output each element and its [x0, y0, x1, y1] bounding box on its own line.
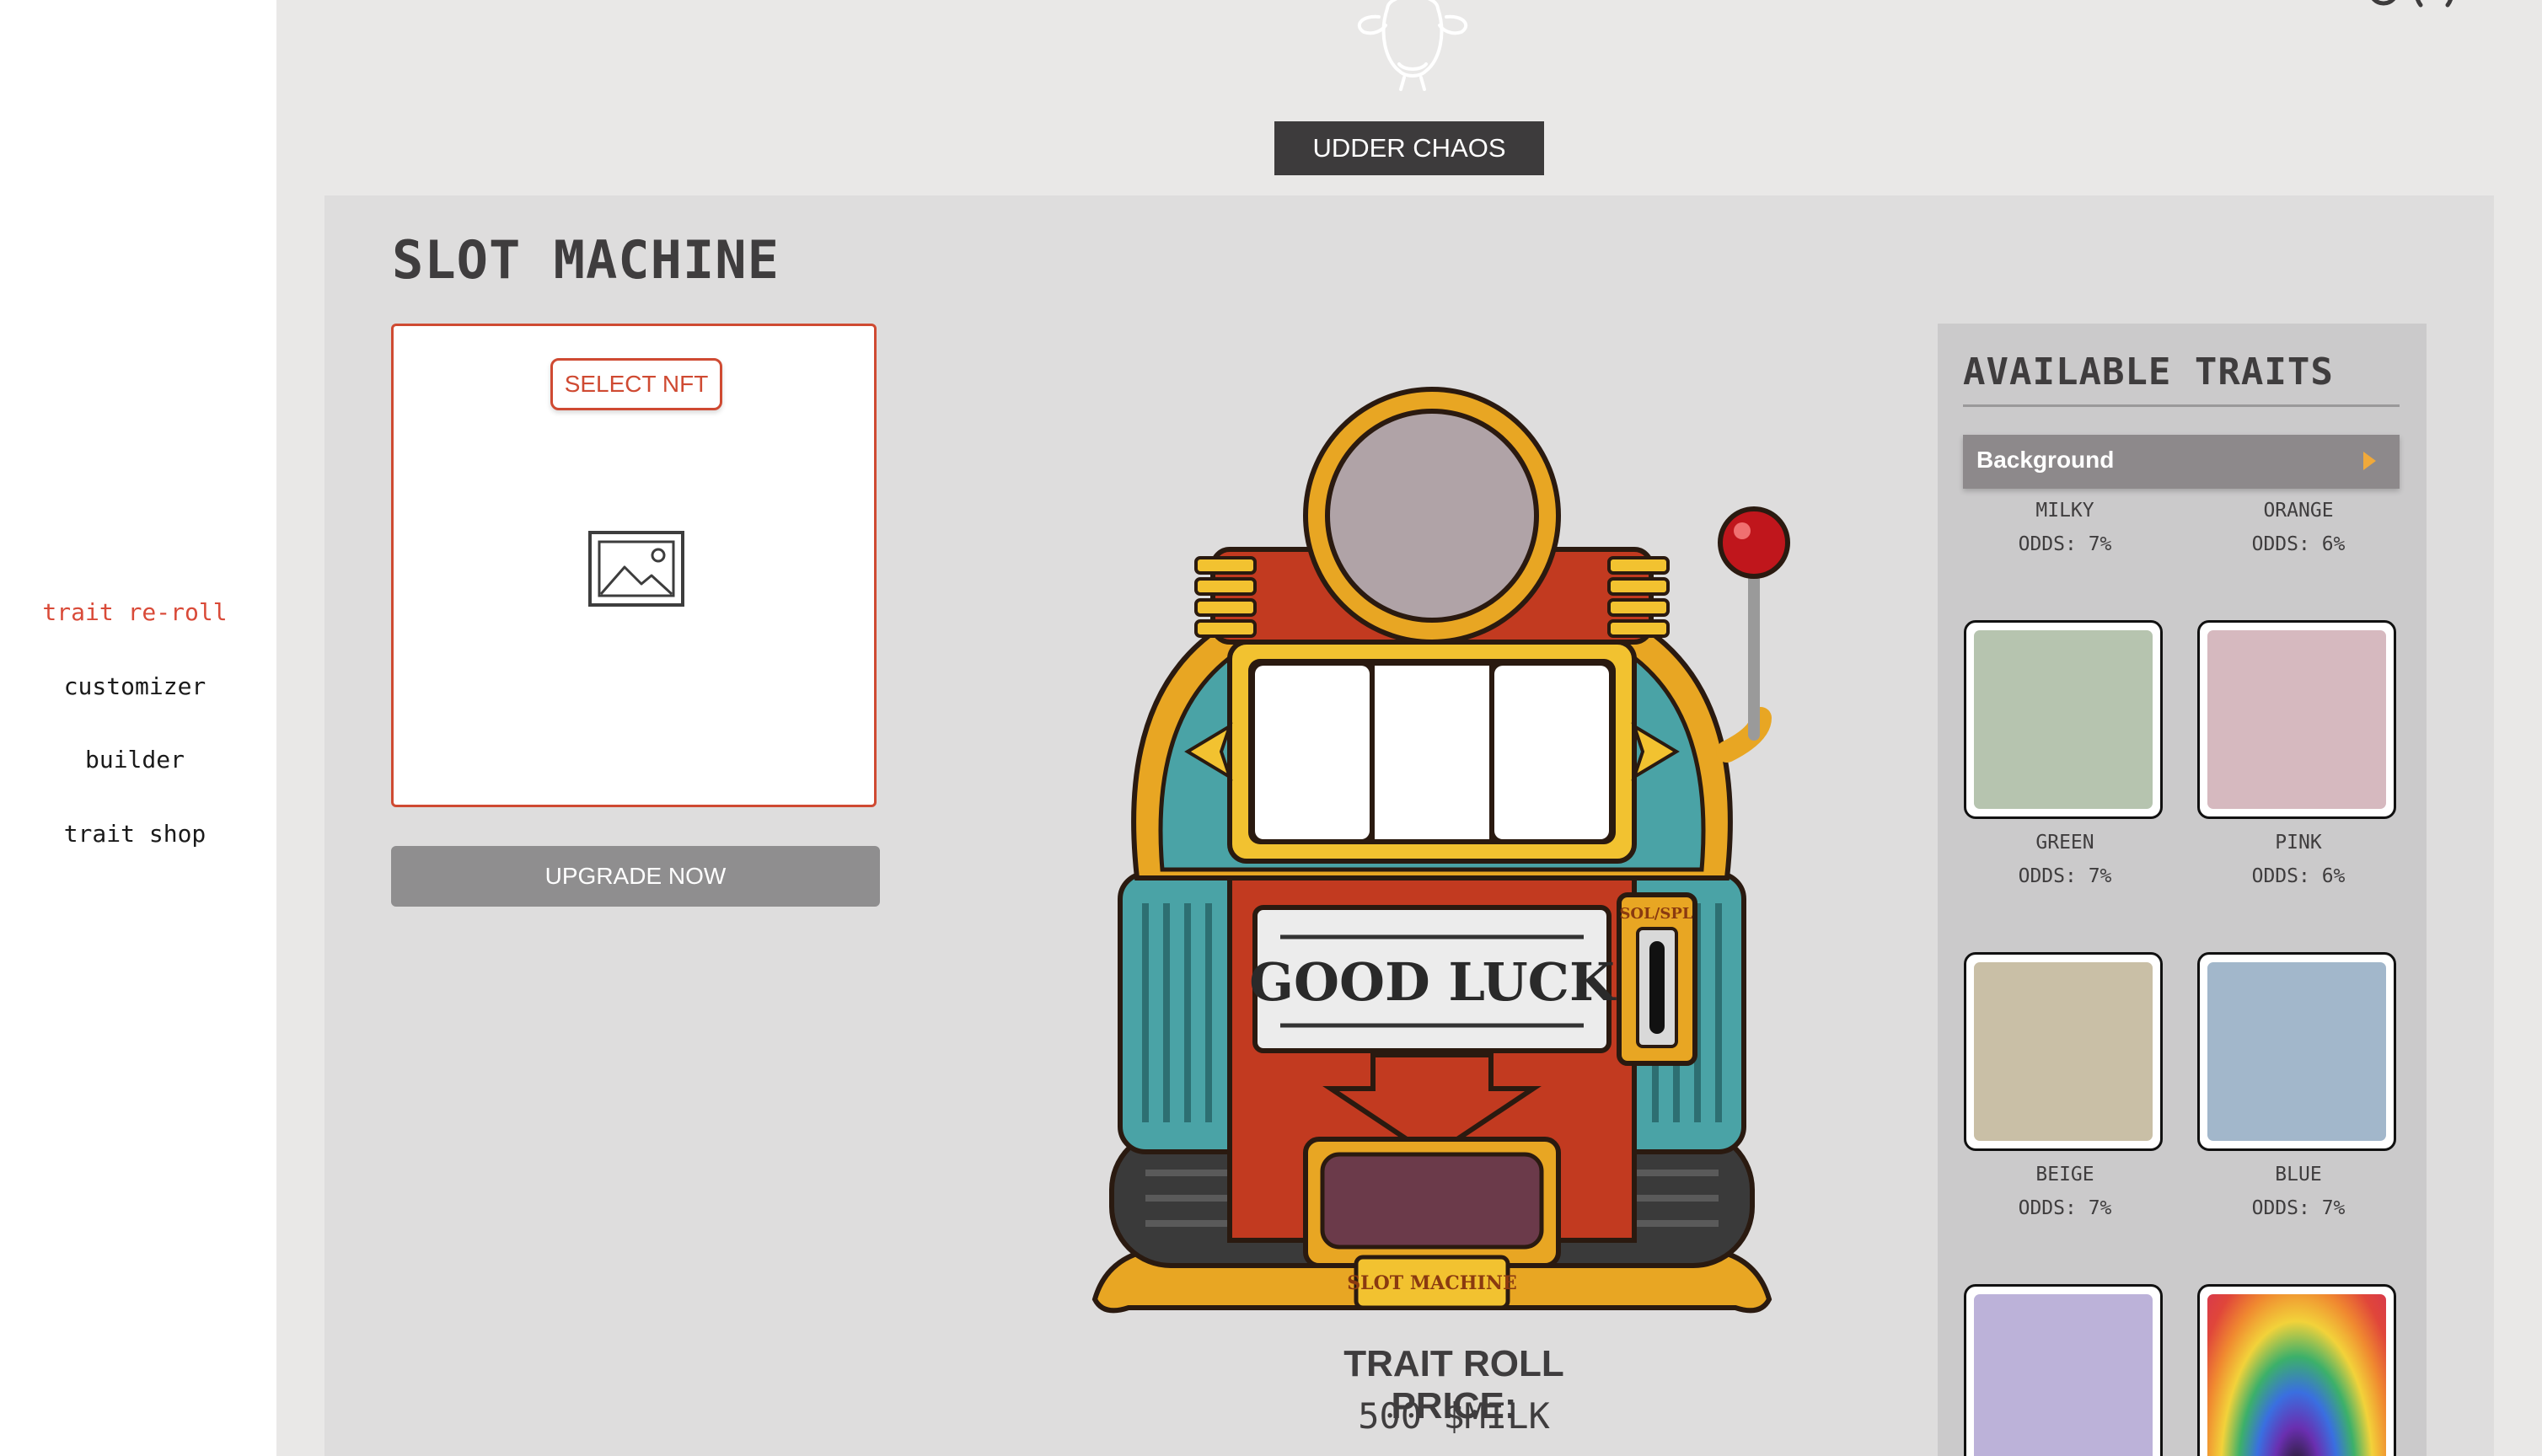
- trait-swatch-beige[interactable]: [1964, 952, 2163, 1151]
- sidebar-item-trait-reroll[interactable]: trait re-roll: [0, 598, 270, 626]
- page-title: SLOT MACHINE: [392, 229, 780, 291]
- trait-roll-price-value: 500 $MILK: [1358, 1395, 1550, 1437]
- main-area: UDDER CHAOS SLOT MACHINE SELECT NFT UPGR…: [276, 0, 2542, 1456]
- trait-label-orange: ORANGE ODDS: 6%: [2251, 500, 2346, 555]
- collection-badge[interactable]: UDDER CHAOS: [1274, 121, 1544, 175]
- trait-label-pink: PINK ODDS: 6%: [2251, 832, 2346, 887]
- available-traits-panel: AVAILABLE TRAITS Background MILKY ODDS: …: [1938, 324, 2427, 1456]
- trait-label-milky: MILKY ODDS: 7%: [2018, 500, 2112, 555]
- trait-swatch-lavender[interactable]: [1964, 1284, 2163, 1456]
- trait-label-green: GREEN ODDS: 7%: [2018, 832, 2112, 887]
- nft-preview-card: SELECT NFT: [391, 324, 877, 807]
- caret-right-icon: [2363, 452, 2376, 470]
- trait-label-blue: BLUE ODDS: 7%: [2251, 1164, 2346, 1219]
- trait-label-beige: BEIGE ODDS: 7%: [2018, 1164, 2112, 1219]
- slot-machine-illustration[interactable]: GOOD LUCK SLOT MACHINE SOL/SPL: [1061, 347, 1803, 1341]
- available-traits-title: AVAILABLE TRAITS: [1963, 351, 2334, 393]
- select-nft-button[interactable]: SELECT NFT: [550, 358, 722, 410]
- trait-swatch-rainbow[interactable]: [2197, 1284, 2396, 1456]
- sidebar: trait re-roll customizer builder trait s…: [0, 0, 276, 1456]
- upgrade-now-button[interactable]: UPGRADE NOW: [391, 846, 880, 907]
- trait-category-label: Background: [1976, 447, 2115, 473]
- divider: [1963, 404, 2400, 407]
- trait-swatch-blue[interactable]: [2197, 952, 2396, 1151]
- trait-swatch-green[interactable]: [1964, 620, 2163, 819]
- trait-swatch-pink[interactable]: [2197, 620, 2396, 819]
- trait-category-background[interactable]: Background: [1963, 435, 2400, 489]
- social-icons[interactable]: [2368, 0, 2461, 12]
- coin-slot-label: SOL/SPL: [1619, 905, 1692, 923]
- sidebar-item-trait-shop[interactable]: trait shop: [0, 820, 270, 848]
- image-placeholder-icon: [588, 531, 684, 607]
- slot-machine-panel: SLOT MACHINE SELECT NFT UPGRADE NOW GOOD…: [324, 195, 2494, 1456]
- slot-machine-plate: SLOT MACHINE: [1347, 1272, 1516, 1294]
- good-luck-sign: GOOD LUCK: [1249, 951, 1617, 1013]
- sidebar-item-customizer[interactable]: customizer: [0, 672, 270, 700]
- cow-logo-icon[interactable]: [1345, 0, 1480, 93]
- sidebar-item-builder[interactable]: builder: [0, 746, 270, 774]
